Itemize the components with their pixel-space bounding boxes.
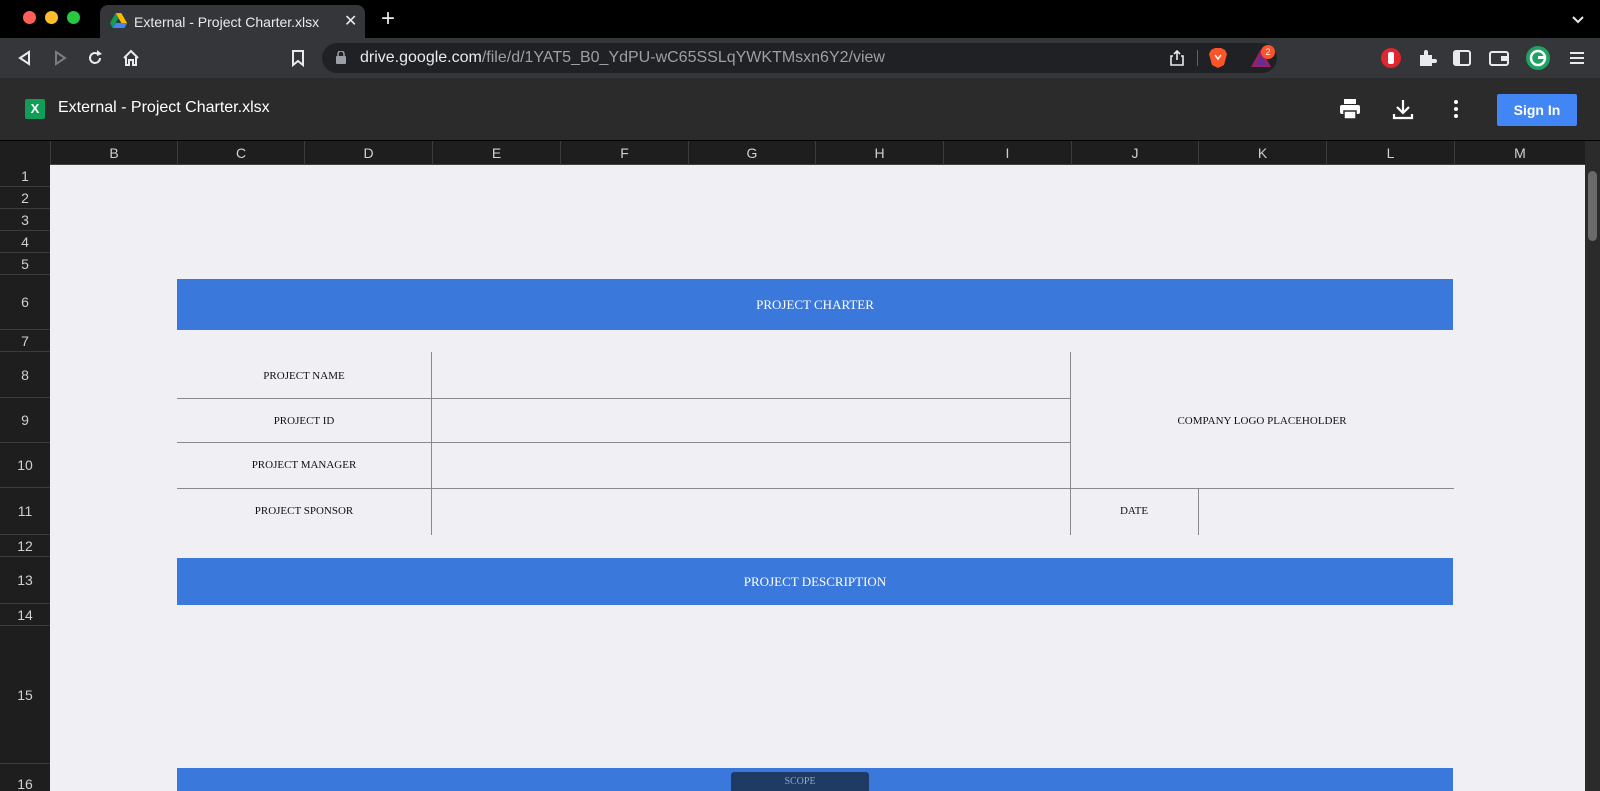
column-header[interactable]: G — [688, 141, 815, 165]
column-header[interactable]: E — [432, 141, 560, 165]
brave-shields-icon[interactable] — [1208, 47, 1228, 69]
forward-icon[interactable] — [50, 48, 70, 68]
extensions-puzzle-icon[interactable] — [1416, 47, 1438, 69]
row-header[interactable]: 5 — [0, 253, 50, 275]
floating-toolbar[interactable]: SCOPE — [731, 772, 869, 791]
file-viewer-header: X External - Project Charter.xlsx Sign I… — [0, 78, 1600, 140]
table-divider — [177, 488, 1454, 489]
column-header[interactable]: F — [560, 141, 688, 165]
row-header[interactable]: 2 — [0, 187, 50, 209]
back-icon[interactable] — [15, 48, 35, 68]
excel-file-icon: X — [25, 99, 45, 119]
column-header[interactable]: L — [1326, 141, 1454, 165]
row-header[interactable]: 7 — [0, 330, 50, 352]
omnibox-separator — [1197, 50, 1198, 66]
project-name-label: PROJECT NAME — [263, 370, 345, 382]
table-divider — [431, 352, 432, 535]
lock-icon — [336, 51, 346, 64]
select-all-corner[interactable] — [0, 141, 50, 165]
company-logo-placeholder: COMPANY LOGO PLACEHOLDER — [1177, 415, 1347, 427]
menu-icon[interactable] — [1566, 47, 1588, 69]
share-icon[interactable] — [1168, 49, 1186, 67]
home-icon[interactable] — [121, 48, 141, 68]
minimize-window-button[interactable] — [45, 11, 58, 24]
project-sponsor-label: PROJECT SPONSOR — [254, 505, 354, 517]
table-divider — [1198, 488, 1199, 535]
google-drive-icon — [110, 13, 127, 28]
more-vert-icon[interactable] — [1444, 97, 1468, 121]
row-header[interactable]: 13 — [0, 557, 50, 604]
project-charter-header: PROJECT CHARTER — [177, 279, 1453, 330]
new-tab-button[interactable]: + — [381, 5, 395, 33]
sheet-grid[interactable]: PROJECT CHARTER PROJECT NAME PROJECT ID … — [50, 165, 1585, 791]
project-description-header: PROJECT DESCRIPTION — [177, 558, 1453, 605]
date-label: DATE — [1119, 505, 1149, 517]
close-window-button[interactable] — [23, 11, 36, 24]
download-icon[interactable] — [1391, 97, 1415, 121]
document-title: External - Project Charter.xlsx — [58, 99, 270, 116]
profile-avatar-icon[interactable] — [1525, 45, 1551, 71]
browser-tab-bar: External - Project Charter.xlsx ✕ + — [0, 0, 1600, 38]
sidebar-icon[interactable] — [1451, 47, 1473, 69]
reload-icon[interactable] — [85, 48, 105, 68]
project-manager-label: PROJECT MANAGER — [251, 459, 357, 471]
row-headers: 1 2 3 4 5 6 7 8 9 10 11 12 13 14 15 16 — [0, 165, 50, 791]
close-tab-icon[interactable]: ✕ — [344, 11, 357, 31]
row-header[interactable]: 15 — [0, 626, 50, 764]
column-header[interactable]: H — [815, 141, 943, 165]
column-header[interactable]: M — [1454, 141, 1585, 165]
row-header[interactable]: 6 — [0, 275, 50, 330]
row-header[interactable]: 4 — [0, 231, 50, 253]
row-header[interactable]: 10 — [0, 443, 50, 488]
bookmark-icon[interactable] — [288, 48, 308, 68]
row-header[interactable]: 9 — [0, 398, 50, 443]
column-header[interactable]: J — [1071, 141, 1198, 165]
print-icon[interactable] — [1338, 97, 1362, 121]
row-header[interactable]: 14 — [0, 604, 50, 626]
project-id-label: PROJECT ID — [273, 415, 335, 427]
browser-toolbar: drive.google.com/file/d/1YAT5_B0_YdPU-wC… — [0, 38, 1600, 78]
row-header[interactable]: 11 — [0, 488, 50, 535]
column-header[interactable]: D — [304, 141, 432, 165]
table-divider — [177, 398, 1070, 399]
sign-in-button[interactable]: Sign In — [1497, 94, 1577, 126]
row-header[interactable]: 3 — [0, 209, 50, 231]
address-bar[interactable]: drive.google.com/file/d/1YAT5_B0_YdPU-wC… — [322, 43, 1277, 73]
tab-title: External - Project Charter.xlsx — [134, 14, 320, 30]
row-header[interactable]: 8 — [0, 352, 50, 398]
wallet-icon[interactable] — [1488, 47, 1510, 69]
row-header[interactable]: 16 — [0, 764, 50, 791]
scrollbar-thumb[interactable] — [1588, 171, 1597, 241]
rewards-badge: 2 — [1261, 45, 1275, 59]
url-host: drive.google.com — [360, 49, 482, 66]
column-header[interactable]: I — [943, 141, 1071, 165]
browser-tab[interactable]: External - Project Charter.xlsx ✕ — [100, 5, 365, 38]
column-headers: B C D E F G H I J K L M — [0, 141, 1600, 165]
chevron-down-icon[interactable] — [1568, 10, 1588, 30]
stop-extension-icon[interactable] — [1380, 47, 1402, 69]
column-header[interactable]: B — [50, 141, 177, 165]
table-divider — [177, 442, 1070, 443]
row-header[interactable]: 12 — [0, 535, 50, 557]
vertical-scrollbar[interactable] — [1585, 141, 1600, 791]
zoom-window-button[interactable] — [67, 11, 80, 24]
url-path: /file/d/1YAT5_B0_YdPU-wC65SSLqYWKTMsxn6Y… — [481, 49, 885, 66]
column-header[interactable]: C — [177, 141, 304, 165]
url-text: drive.google.com/file/d/1YAT5_B0_YdPU-wC… — [360, 49, 885, 67]
column-header[interactable]: K — [1198, 141, 1326, 165]
row-header[interactable]: 1 — [0, 165, 50, 187]
